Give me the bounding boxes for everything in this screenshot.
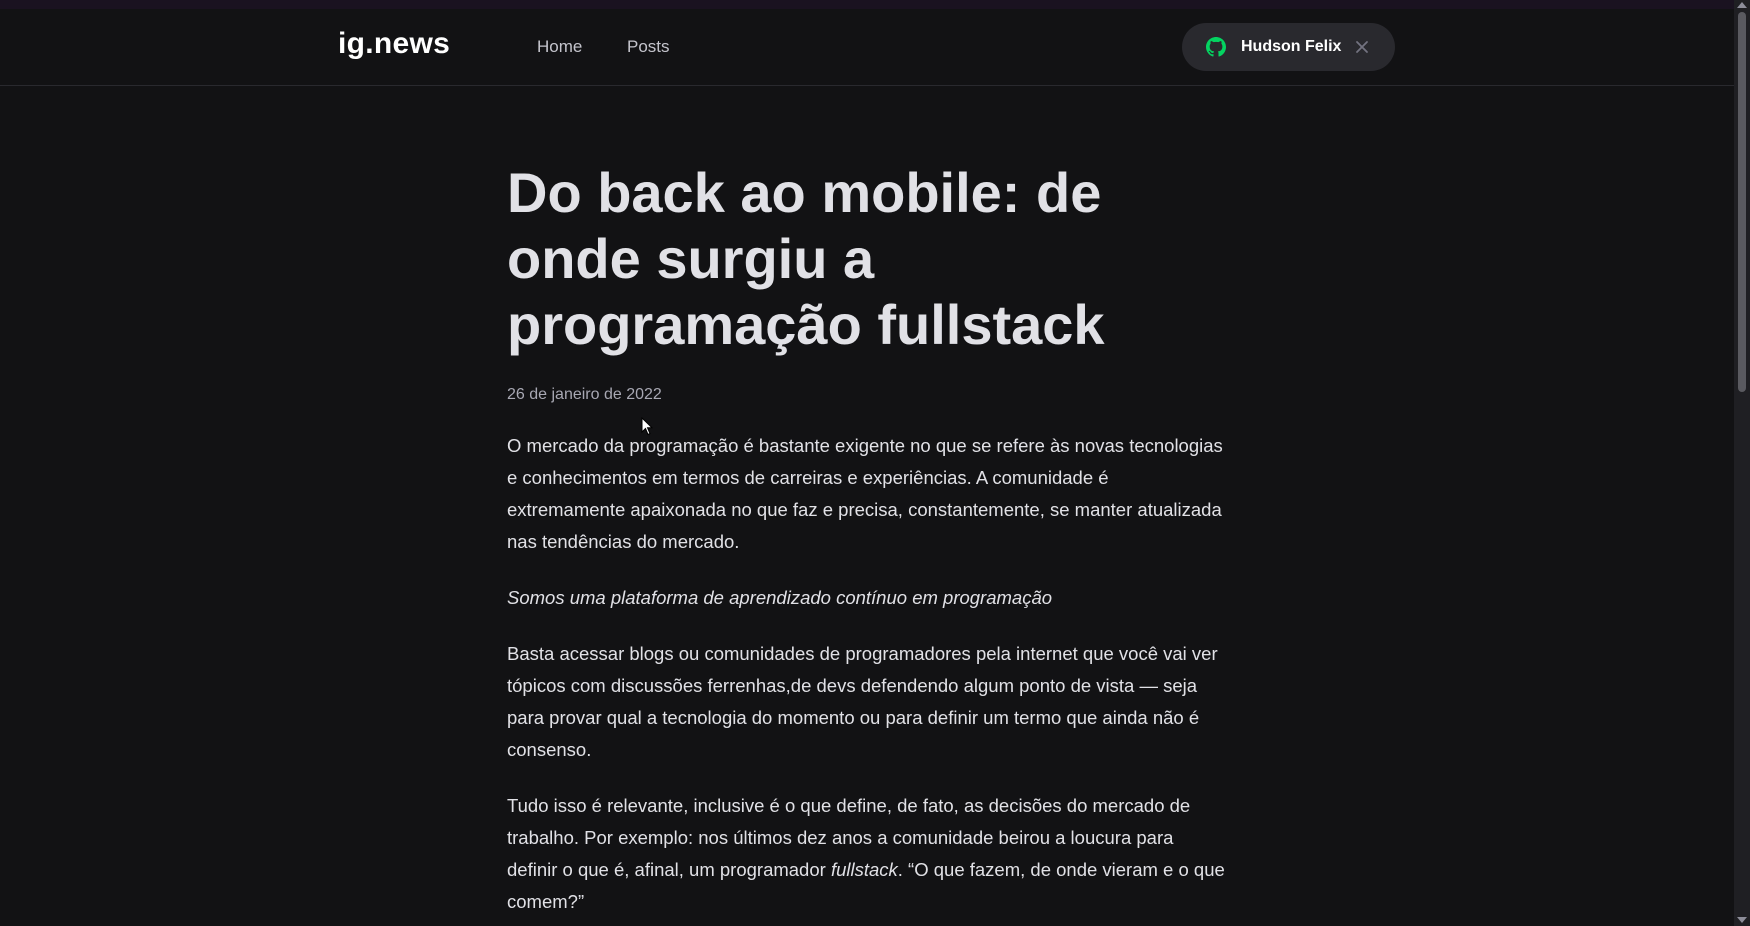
post-title: Do back ao mobile: de onde surgiu a prog… — [507, 161, 1105, 356]
post-content: O mercado da programação é bastante exig… — [507, 430, 1227, 918]
github-icon — [1206, 37, 1226, 57]
nav-posts-link[interactable]: Posts — [627, 37, 670, 57]
github-signin-button[interactable]: Hudson Felix — [1182, 23, 1395, 71]
post-paragraph-italic: Somos uma plataforma de aprendizado cont… — [507, 582, 1227, 614]
post-article: Do back ao mobile: de onde surgiu a prog… — [507, 160, 1227, 918]
scroll-up-arrow-icon[interactable] — [1737, 2, 1747, 8]
post-paragraph: Tudo isso é relevante, inclusive é o que… — [507, 790, 1227, 918]
site-header: ig.news Home Posts Hudson Felix — [0, 9, 1734, 86]
site-logo[interactable]: ig.news — [338, 27, 450, 61]
vertical-scrollbar[interactable] — [1734, 0, 1750, 926]
close-icon[interactable] — [1353, 38, 1371, 56]
nav-home-link[interactable]: Home — [537, 37, 582, 57]
post-date: 26 de janeiro de 2022 — [507, 386, 662, 403]
italic-term: fullstack — [830, 859, 898, 880]
scroll-down-arrow-icon[interactable] — [1737, 917, 1747, 923]
post-paragraph: O mercado da programação é bastante exig… — [507, 435, 1223, 552]
window-top-strip — [0, 0, 1750, 9]
mouse-cursor-icon — [641, 417, 653, 436]
post-paragraph: Basta acessar blogs ou comunidades de pr… — [507, 643, 1218, 760]
scrollbar-thumb[interactable] — [1738, 12, 1746, 392]
signed-in-user-name: Hudson Felix — [1241, 38, 1342, 55]
italic-text: Somos uma plataforma de aprendizado cont… — [507, 587, 1053, 608]
